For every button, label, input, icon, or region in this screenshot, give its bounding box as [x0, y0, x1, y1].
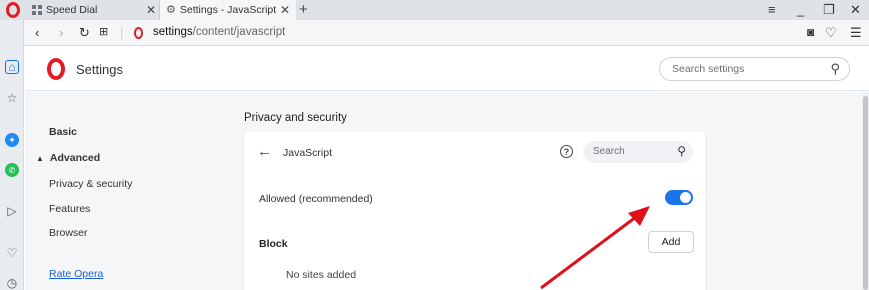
- back-icon[interactable]: ‹: [35, 25, 39, 40]
- card-title: JavaScript: [283, 147, 333, 159]
- restore-icon[interactable]: ❐: [823, 2, 835, 18]
- opera-sidebar: ⌂ ☆ ✦ ✆ ▷ ♡ ◷: [0, 20, 24, 290]
- nav-basic[interactable]: Basic: [49, 126, 77, 138]
- reload-icon[interactable]: ↻: [79, 25, 90, 41]
- help-icon[interactable]: ?: [560, 145, 573, 158]
- camera-icon[interactable]: ◙: [807, 25, 814, 39]
- javascript-card: ← JavaScript ? Search ⚲ Allowed (recomme…: [244, 132, 706, 290]
- tab-settings-javascript[interactable]: ⚙ Settings - JavaScript ✕: [160, 0, 296, 20]
- no-sites-text: No sites added: [286, 269, 357, 281]
- messenger-icon[interactable]: ✦: [5, 133, 19, 147]
- close-tab-icon[interactable]: ✕: [146, 3, 156, 17]
- send-icon[interactable]: ▷: [5, 204, 19, 218]
- section-title: Privacy and security: [244, 112, 347, 124]
- scrollbar[interactable]: [862, 92, 869, 290]
- opera-site-icon: [134, 27, 143, 39]
- home-icon[interactable]: ⌂: [5, 60, 19, 74]
- divider: |: [120, 25, 124, 40]
- close-window-icon[interactable]: ✕: [850, 2, 861, 18]
- address-bar: ‹ › ↻ ⊞ | settings/content/javascript ◙ …: [24, 20, 869, 46]
- tab-title: Settings - JavaScript: [179, 4, 277, 16]
- whatsapp-icon[interactable]: ✆: [5, 163, 19, 177]
- page-title: Settings: [76, 62, 123, 77]
- url-field[interactable]: settings/content/javascript: [153, 26, 285, 38]
- settings-nav: Basic ▲ Advanced Privacy & security Featu…: [25, 92, 190, 290]
- speed-dial-icon: [32, 5, 42, 15]
- nav-privacy-security[interactable]: Privacy & security: [49, 178, 132, 190]
- settings-main: Privacy and security ← JavaScript ? Sear…: [190, 92, 869, 290]
- easy-setup-icon[interactable]: ☰: [850, 25, 862, 41]
- scrollbar-thumb[interactable]: [863, 96, 868, 290]
- add-block-button[interactable]: Add: [648, 231, 694, 253]
- settings-header: Settings Search settings ⚲: [25, 47, 869, 91]
- allowed-toggle[interactable]: [665, 190, 693, 205]
- gear-icon: ⚙: [166, 3, 176, 16]
- card-search-input[interactable]: Search ⚲: [583, 141, 693, 163]
- rate-opera-link[interactable]: Rate Opera: [49, 268, 103, 280]
- heart-icon[interactable]: ♡: [825, 25, 837, 41]
- opera-menu-icon[interactable]: [6, 2, 20, 18]
- search-settings-input[interactable]: Search settings ⚲: [659, 57, 850, 81]
- tab-menu-icon[interactable]: ≡: [768, 2, 776, 17]
- forward-icon[interactable]: ›: [59, 25, 63, 40]
- tabs-grid-icon[interactable]: ⊞: [99, 25, 108, 38]
- opera-logo-icon: [47, 58, 65, 80]
- toggle-knob: [680, 192, 691, 203]
- favorites-heart-icon[interactable]: ♡: [5, 246, 19, 260]
- pinboard-icon[interactable]: ☆: [5, 91, 19, 105]
- allowed-label: Allowed (recommended): [259, 193, 373, 205]
- new-tab-plus-icon[interactable]: +: [299, 1, 308, 18]
- back-arrow-icon[interactable]: ←: [257, 143, 272, 160]
- caret-up-icon: ▲: [36, 154, 44, 163]
- tab-strip: Speed Dial ✕ ⚙ Settings - JavaScript ✕ +…: [0, 0, 869, 20]
- nav-browser[interactable]: Browser: [49, 227, 88, 239]
- search-placeholder: Search settings: [672, 63, 745, 75]
- minimize-icon[interactable]: _: [797, 2, 804, 17]
- search-icon: ⚲: [677, 144, 686, 158]
- tab-title: Speed Dial: [46, 4, 98, 16]
- nav-features[interactable]: Features: [49, 203, 90, 215]
- card-search-placeholder: Search: [593, 146, 625, 157]
- nav-advanced[interactable]: ▲ Advanced: [36, 152, 100, 164]
- close-tab-icon[interactable]: ✕: [280, 3, 290, 17]
- search-icon: ⚲: [830, 61, 840, 76]
- block-label: Block: [259, 238, 288, 250]
- tab-speed-dial[interactable]: Speed Dial ✕: [24, 0, 160, 20]
- history-clock-icon[interactable]: ◷: [5, 276, 19, 290]
